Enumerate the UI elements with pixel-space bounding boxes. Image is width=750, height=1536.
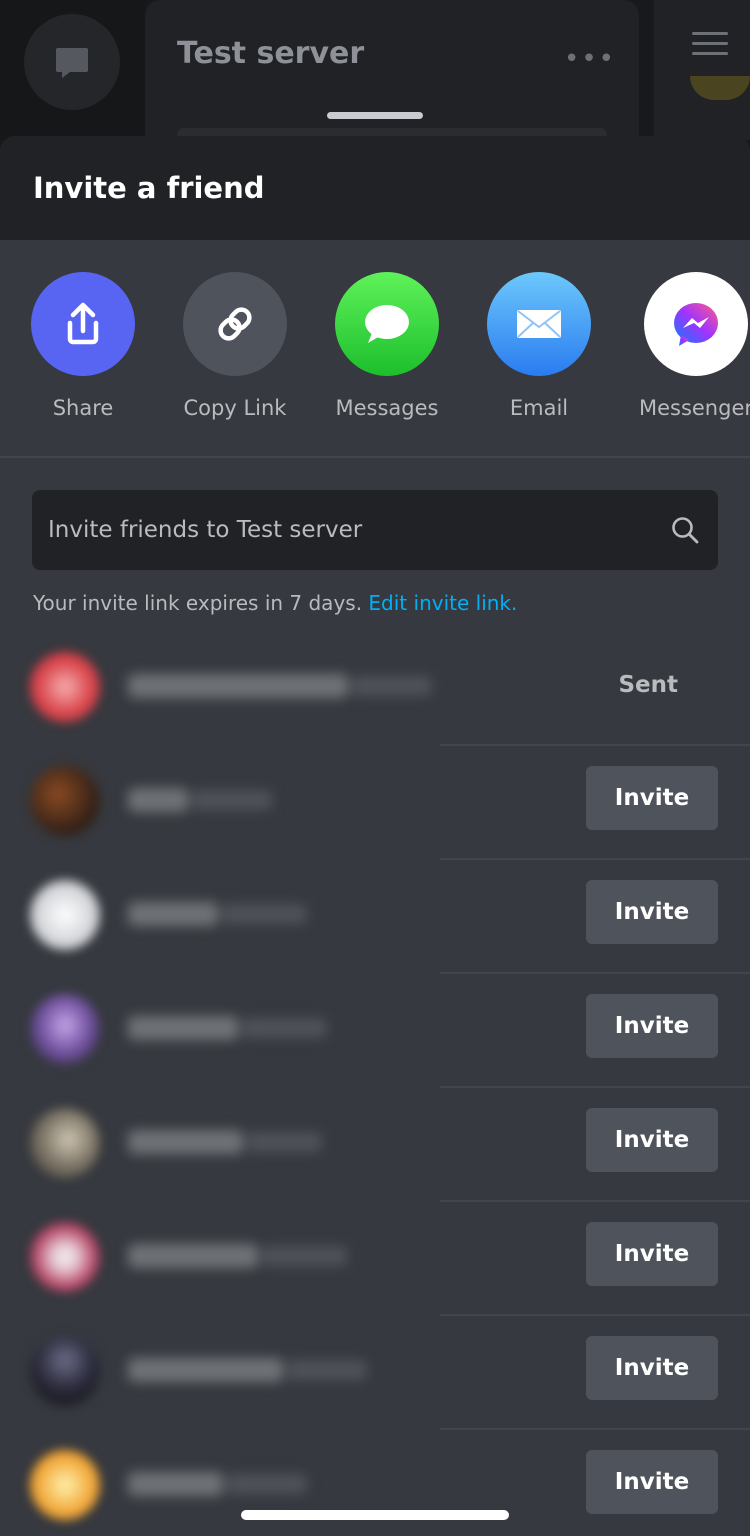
friend-name-blurred <box>128 788 438 814</box>
share-target-messenger[interactable]: Messenger <box>621 272 750 420</box>
invite-expiry-note: Your invite link expires in 7 days. Edit… <box>33 591 517 615</box>
messages-icon <box>365 305 409 343</box>
messages-label: Messages <box>335 396 439 420</box>
avatar <box>30 994 100 1064</box>
sheet-header: Invite a friend <box>0 136 750 240</box>
list-item: Invite <box>0 974 750 1088</box>
messages-circle <box>335 272 439 376</box>
list-item: Sent <box>0 632 750 746</box>
chat-bubble-icon <box>56 48 88 78</box>
share-label: Share <box>52 396 114 420</box>
list-item: Invite <box>0 746 750 860</box>
friend-name-blurred <box>128 902 438 928</box>
copy-link-label: Copy Link <box>183 396 287 420</box>
avatar <box>30 766 100 836</box>
invite-sheet: Invite a friend Share Copy Link Messages… <box>0 136 750 1536</box>
ellipsis-icon[interactable]: ••• <box>564 44 616 74</box>
invite-button[interactable]: Invite <box>586 1336 718 1400</box>
share-target-email[interactable]: Email <box>464 272 614 420</box>
invite-button[interactable]: Invite <box>586 1108 718 1172</box>
copy-link-circle <box>183 272 287 376</box>
messenger-circle <box>644 272 748 376</box>
avatar <box>30 880 100 950</box>
divider <box>0 456 750 458</box>
email-label: Email <box>509 396 569 420</box>
home-indicator[interactable] <box>241 1510 509 1520</box>
search-input[interactable] <box>48 517 670 543</box>
friend-name-blurred <box>128 1358 438 1384</box>
friend-name-blurred <box>128 674 438 700</box>
list-item: Invite <box>0 1088 750 1202</box>
share-target-share[interactable]: Share <box>8 272 158 420</box>
invite-button[interactable]: Invite <box>586 994 718 1058</box>
invite-button[interactable]: Invite <box>586 1450 718 1514</box>
list-item: Invite <box>0 1430 750 1536</box>
invite-button[interactable]: Invite <box>586 766 718 830</box>
messenger-icon <box>674 303 718 346</box>
share-target-copy-link[interactable]: Copy Link <box>160 272 310 420</box>
search-icon[interactable] <box>670 515 700 545</box>
list-item: Invite <box>0 860 750 974</box>
share-targets: Share Copy Link Messages Email Messenger <box>0 272 750 456</box>
invite-button[interactable]: Invite <box>586 880 718 944</box>
list-item: Invite <box>0 1316 750 1430</box>
email-circle <box>487 272 591 376</box>
invite-button[interactable]: Invite <box>586 1222 718 1286</box>
server-title[interactable]: Test server <box>177 36 364 71</box>
direct-messages-button[interactable] <box>24 14 120 110</box>
share-upload-icon <box>67 302 99 345</box>
expiry-text: Your invite link expires in 7 days. <box>33 591 363 615</box>
sheet-title: Invite a friend <box>33 171 265 205</box>
invite-search-bar[interactable] <box>32 490 718 570</box>
friend-name-blurred <box>128 1016 438 1042</box>
avatar <box>30 1222 100 1292</box>
avatar <box>30 1108 100 1178</box>
avatar <box>30 1336 100 1406</box>
hamburger-icon[interactable] <box>692 32 728 62</box>
friend-name-blurred <box>128 1244 438 1270</box>
edit-invite-link[interactable]: Edit invite link. <box>368 591 517 615</box>
friend-name-blurred <box>128 1130 438 1156</box>
messenger-label: Messenger <box>638 396 750 420</box>
sent-status: Sent <box>618 672 678 698</box>
avatar <box>30 652 100 722</box>
avatar <box>30 1450 100 1520</box>
app-screen: Test server ••• Invite a friend Share Co… <box>0 0 750 1536</box>
list-item: Invite <box>0 1202 750 1316</box>
sheet-drag-handle[interactable] <box>327 112 423 119</box>
friend-name-blurred <box>128 1472 438 1498</box>
link-icon <box>218 307 252 341</box>
friends-list: Sent Invite Invite Invite Invite Invite … <box>0 632 750 1536</box>
share-target-messages[interactable]: Messages <box>312 272 462 420</box>
mail-icon <box>517 310 561 338</box>
share-circle <box>31 272 135 376</box>
chat-panel-edge <box>654 0 750 140</box>
